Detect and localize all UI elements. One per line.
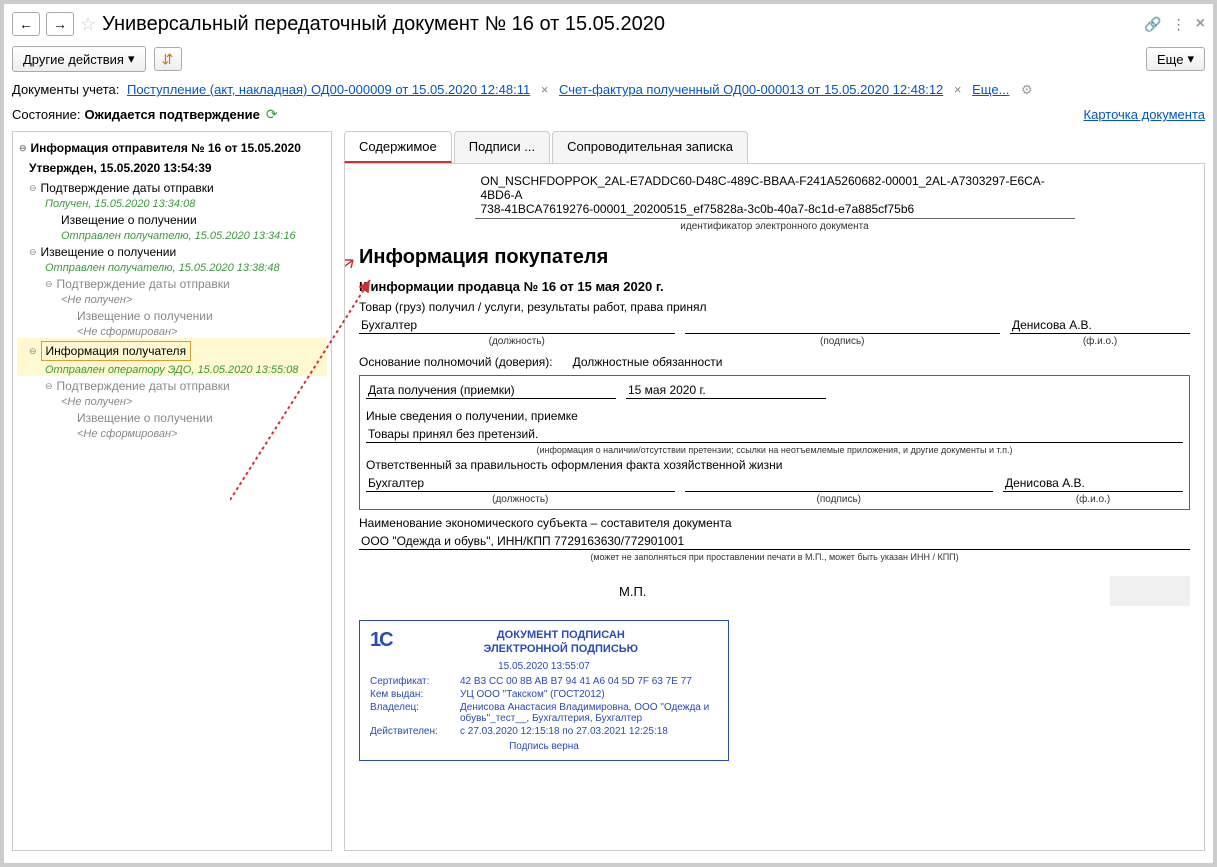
collapse-icon[interactable]: ⊖ <box>29 346 37 357</box>
tree-node-3-1[interactable]: ⊖ Подтверждение даты отправки <box>17 376 327 396</box>
favorite-icon[interactable]: ☆ <box>80 14 96 35</box>
collapse-icon[interactable]: ⊖ <box>29 183 37 194</box>
chevron-down-icon: ▾ <box>128 51 135 67</box>
tree-node-1-status: Получен, 15.05.2020 13:34:08 <box>17 198 327 210</box>
doc-link-1[interactable]: Поступление (акт, накладная) ОД00-000009… <box>127 82 530 97</box>
fio-1: Денисова А.В. <box>1010 317 1190 334</box>
signature-2 <box>685 476 994 492</box>
cert-value: 42 B3 CC 00 8B AB B7 94 41 A6 04 5D 7F 6… <box>460 676 718 687</box>
position-2: Бухгалтер <box>366 475 675 492</box>
tab-signatures[interactable]: Подписи ... <box>454 131 550 163</box>
forward-button[interactable]: → <box>46 12 74 36</box>
entity-value: ООО "Одежда и обувь", ИНН/КПП 7729163630… <box>359 533 1190 550</box>
signature-1 <box>685 318 1001 334</box>
other-info-value: Товары принял без претензий. <box>366 426 1183 443</box>
issued-value: УЦ ООО "Такском" (ГОСТ2012) <box>460 689 718 700</box>
entity-label: Наименование экономического субъекта – с… <box>359 516 1190 530</box>
remove-doc-1[interactable]: × <box>541 82 549 97</box>
gear-icon[interactable]: ⚙ <box>1021 82 1033 97</box>
tree-root-status: Утвержден, 15.05.2020 13:54:39 <box>17 158 327 178</box>
buyer-info-title: Информация покупателя <box>359 246 1190 269</box>
tree-node-2-1-1[interactable]: Извещение о получении <box>17 306 327 326</box>
tab-content[interactable]: Содержимое <box>344 131 452 163</box>
menu-dots-icon[interactable]: ⋮ <box>1172 16 1186 33</box>
tree-node-2[interactable]: ⊖ Извещение о получении <box>17 242 327 262</box>
doc-id: ON_NSCHFDOPPOK_2AL-E7ADDC60-D48C-489C-BB… <box>475 174 1075 219</box>
more-label: Еще <box>1157 52 1183 67</box>
status-label: Состояние: <box>12 107 80 122</box>
owner-value: Денисова Анастасия Владимировна, ООО "Од… <box>460 702 718 724</box>
docs-more-link[interactable]: Еще... <box>972 82 1009 97</box>
arrow-pointer-icon <box>344 260 353 278</box>
refresh-icon[interactable]: ⟳ <box>266 106 278 123</box>
signature-stamp: 1C ДОКУМЕНТ ПОДПИСАН ЭЛЕКТРОННОЙ ПОДПИСЬ… <box>359 620 729 761</box>
content-panel: ON_NSCHFDOPPOK_2AL-E7ADDC60-D48C-489C-BB… <box>344 164 1205 851</box>
tree-node-2-1-1-status: <Не сформирован> <box>17 326 327 338</box>
responsible-line: Ответственный за правильность оформления… <box>366 458 1183 472</box>
link-icon[interactable]: 🔗 <box>1144 16 1161 33</box>
tree-node-1-1-status: Отправлен получателю, 15.05.2020 13:34:1… <box>17 230 327 242</box>
collapse-icon[interactable]: ⊖ <box>29 247 37 258</box>
tree-node-2-1-status: <Не получен> <box>17 294 327 306</box>
seller-reference: К информации продавца № 16 от 15 мая 202… <box>359 279 1190 294</box>
receive-date-label: Дата получения (приемки) <box>366 382 616 399</box>
accounting-docs-row: Документы учета: Поступление (акт, накла… <box>12 78 1205 102</box>
doc-link-2[interactable]: Счет-фактура полученный ОД00-000013 от 1… <box>559 82 943 97</box>
other-info-label: Иные сведения о получении, приемке <box>366 409 1183 423</box>
grounds-row: Основание полномочий (доверия): Должност… <box>359 355 1190 369</box>
stamp-date: 15.05.2020 13:55:07 <box>370 661 718 672</box>
collapse-icon[interactable]: ⊖ <box>45 381 53 392</box>
position-1: Бухгалтер <box>359 317 675 334</box>
fio-2: Денисова А.В. <box>1003 475 1183 492</box>
valid-value: с 27.03.2020 12:15:18 по 27.03.2021 12:2… <box>460 726 718 737</box>
other-actions-button[interactable]: Другие действия ▾ <box>12 46 146 72</box>
other-actions-label: Другие действия <box>23 52 124 67</box>
more-button[interactable]: Еще ▾ <box>1146 47 1205 71</box>
receipt-line: Товар (груз) получил / услуги, результат… <box>359 300 1190 314</box>
tree-node-3[interactable]: ⊖ Информация получателя <box>17 338 327 364</box>
collapse-icon[interactable]: ⊖ <box>45 279 53 290</box>
receive-date-value: 15 мая 2020 г. <box>626 382 826 399</box>
docs-label: Документы учета: <box>12 82 119 97</box>
highlighted-section: Дата получения (приемки) 15 мая 2020 г. … <box>359 375 1190 510</box>
remove-doc-2[interactable]: × <box>954 82 962 97</box>
stamp-valid-text: Подпись верна <box>370 741 718 752</box>
tree-node-3-status: Отправлен оператору ЭДО, 15.05.2020 13:5… <box>17 364 327 376</box>
hint-1: (информация о наличии/отсутствии претенз… <box>366 445 1183 455</box>
hint-2: (может не заполняться при проставлении п… <box>359 552 1190 562</box>
tree-root[interactable]: ⊖ Информация отправителя № 16 от 15.05.2… <box>17 138 327 158</box>
back-button[interactable]: ← <box>12 12 40 36</box>
mp-placeholder <box>1110 576 1190 606</box>
tree-node-2-1[interactable]: ⊖ Подтверждение даты отправки <box>17 274 327 294</box>
tree-node-3-1-1-status: <Не сформирован> <box>17 428 327 440</box>
page-title: Универсальный передаточный документ № 16… <box>102 13 665 36</box>
tree-node-1-1[interactable]: Извещение о получении <box>17 210 327 230</box>
tree-node-1[interactable]: ⊖ Подтверждение даты отправки <box>17 178 327 198</box>
collapse-icon[interactable]: ⊖ <box>19 143 27 154</box>
1c-logo-icon: 1C <box>370 629 392 652</box>
chevron-down-icon: ▾ <box>1187 51 1194 67</box>
tree-node-3-1-1[interactable]: Извещение о получении <box>17 408 327 428</box>
close-icon[interactable]: × <box>1196 15 1205 33</box>
tree-node-2-status: Отправлен получателю, 15.05.2020 13:38:4… <box>17 262 327 274</box>
mp-label: М.П. <box>619 584 646 599</box>
document-card-link[interactable]: Карточка документа <box>1084 107 1205 122</box>
doc-id-caption: идентификатор электронного документа <box>359 221 1190 232</box>
structure-icon-button[interactable]: ⇵ <box>154 47 182 71</box>
tab-cover-note[interactable]: Сопроводительная записка <box>552 131 748 163</box>
tree-panel: ⊖ Информация отправителя № 16 от 15.05.2… <box>12 131 332 851</box>
status-value: Ожидается подтверждение <box>84 107 259 122</box>
tree-node-3-1-status: <Не получен> <box>17 396 327 408</box>
